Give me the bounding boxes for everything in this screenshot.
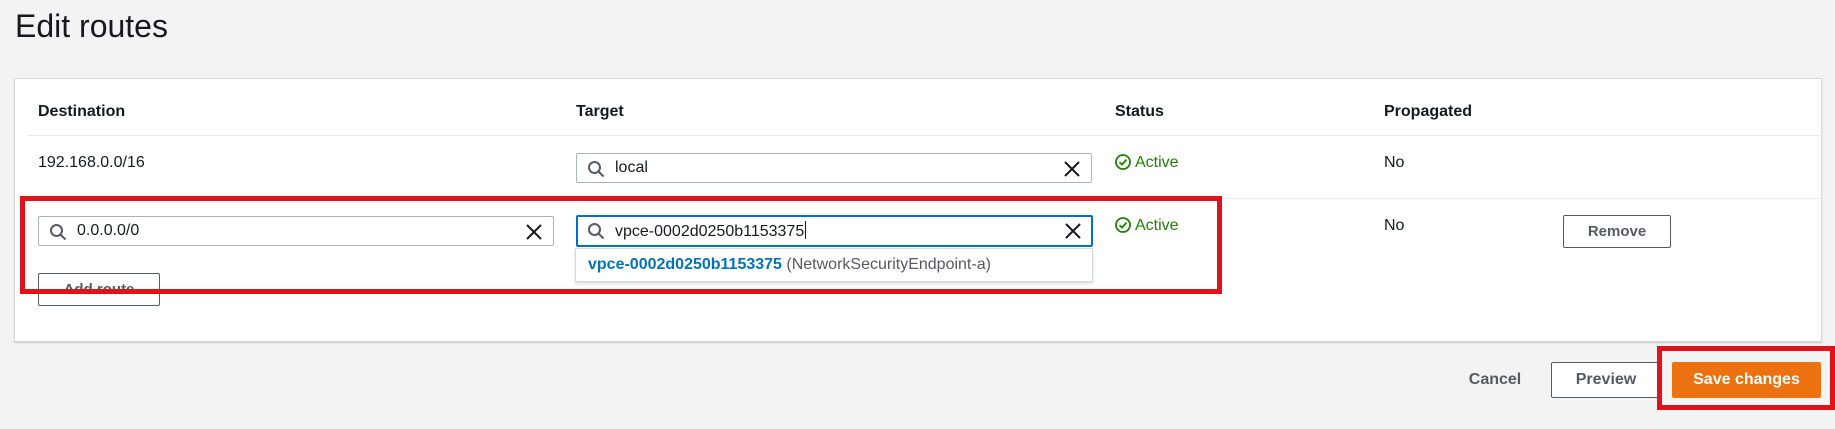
row2-propagated: No xyxy=(1384,217,1405,234)
check-circle-icon xyxy=(1115,217,1131,233)
search-icon xyxy=(588,223,605,240)
row2-status-text: Active xyxy=(1135,217,1179,234)
row-divider xyxy=(27,198,1821,199)
header-divider xyxy=(27,135,1821,136)
search-icon xyxy=(588,161,605,178)
row2-destination-input[interactable]: 0.0.0.0/0 xyxy=(38,216,554,246)
add-route-button[interactable]: Add route xyxy=(38,273,160,306)
clear-icon[interactable] xyxy=(1064,222,1082,240)
clear-icon[interactable] xyxy=(525,223,543,241)
save-changes-button[interactable]: Save changes xyxy=(1672,362,1821,398)
row2-target-input[interactable]: vpce-0002d0250b1153375 xyxy=(576,215,1093,247)
search-icon xyxy=(50,224,67,241)
row2-target-value: vpce-0002d0250b1153375 xyxy=(615,221,807,240)
target-suggestion-dropdown: vpce-0002d0250b1153375 (NetworkSecurityE… xyxy=(575,248,1093,282)
column-header-propagated: Propagated xyxy=(1384,103,1473,120)
routes-panel: Destination Target Status Propagated 192… xyxy=(14,78,1822,342)
page-title: Edit routes xyxy=(15,8,168,44)
row1-propagated: No xyxy=(1384,154,1405,171)
column-header-target: Target xyxy=(576,103,624,120)
check-circle-icon xyxy=(1115,154,1131,170)
row2-status: Active xyxy=(1115,217,1179,235)
row2-destination-value: 0.0.0.0/0 xyxy=(77,222,140,239)
suggestion-option[interactable]: vpce-0002d0250b1153375 (NetworkSecurityE… xyxy=(588,256,991,274)
cancel-button[interactable]: Cancel xyxy=(1450,362,1540,398)
column-header-destination: Destination xyxy=(38,103,126,120)
column-header-status: Status xyxy=(1115,103,1164,120)
text-caret xyxy=(805,221,807,239)
row1-destination: 192.168.0.0/16 xyxy=(38,154,145,171)
row1-target-input[interactable]: local xyxy=(576,153,1092,183)
remove-button[interactable]: Remove xyxy=(1563,215,1671,248)
suggestion-id: vpce-0002d0250b1153375 xyxy=(588,256,782,273)
row1-status: Active xyxy=(1115,154,1179,172)
suggestion-description: (NetworkSecurityEndpoint-a) xyxy=(786,256,991,273)
row1-target-value: local xyxy=(615,159,648,176)
clear-icon[interactable] xyxy=(1063,160,1081,178)
preview-button[interactable]: Preview xyxy=(1551,362,1661,398)
row1-status-text: Active xyxy=(1135,154,1179,171)
